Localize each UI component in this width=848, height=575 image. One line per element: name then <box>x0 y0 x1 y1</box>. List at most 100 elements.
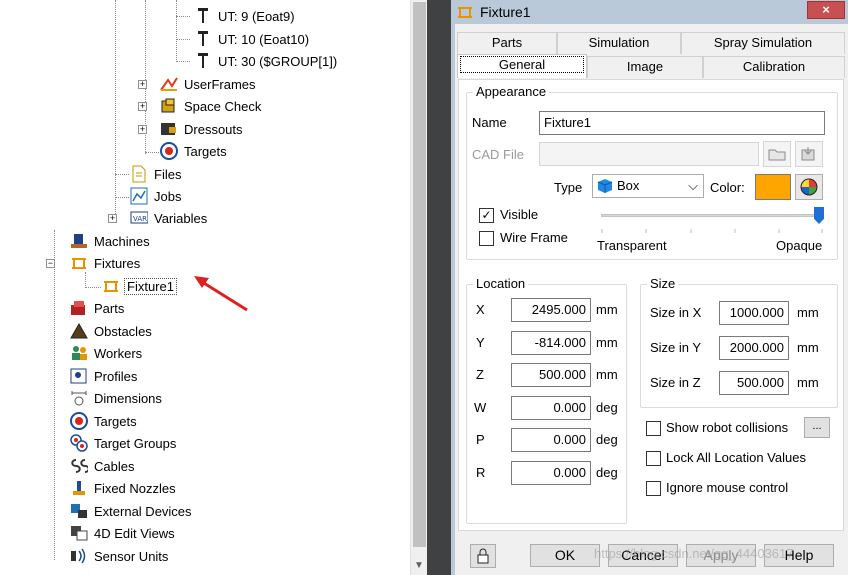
lock-button[interactable] <box>470 544 496 568</box>
w-label: W <box>474 400 487 415</box>
size-x-input[interactable]: 1000.000 <box>719 301 789 325</box>
tree-item-variables[interactable]: VAR Variables <box>130 208 209 228</box>
edit-views-icon <box>70 524 88 542</box>
z-label: Z <box>476 367 484 382</box>
visible-checkbox[interactable]: ✓ <box>479 208 494 223</box>
box-icon <box>597 179 613 193</box>
scrollbar-thumb[interactable] <box>413 2 426 547</box>
obstacles-icon <box>70 322 88 340</box>
tab-label: Calibration <box>742 59 806 74</box>
tree-item-label: 4D Edit Views <box>94 525 175 541</box>
p-input[interactable]: 0.000 <box>511 428 591 452</box>
type-dropdown[interactable]: Box ⌵ <box>592 174 704 198</box>
watermark: https://blog.csdn.net/qq_44403617 <box>594 546 794 561</box>
tree-connector <box>85 272 86 288</box>
close-button[interactable]: × <box>807 1 845 19</box>
r-input[interactable]: 0.000 <box>511 461 591 485</box>
tree-item-parts[interactable]: Parts <box>70 298 126 318</box>
tab-parts[interactable]: Parts <box>457 32 557 54</box>
scroll-down-icon[interactable]: ▼ <box>414 560 424 571</box>
tree-item-ut9[interactable]: UT: 9 (Eoat9) <box>194 6 297 26</box>
name-label: Name <box>472 115 507 130</box>
expand-space-check-button[interactable]: + <box>138 102 147 111</box>
ok-button[interactable]: OK <box>530 544 600 567</box>
collisions-options-button[interactable]: ... <box>804 417 830 438</box>
target-icon <box>160 142 178 160</box>
tree-item-label: Machines <box>94 233 150 249</box>
tree-item-targets-root[interactable]: Targets <box>70 411 139 431</box>
type-label: Type <box>554 180 583 195</box>
tree-item-userframes[interactable]: UserFrames <box>160 74 258 94</box>
tree-item-target-groups[interactable]: Target Groups <box>70 433 178 453</box>
tree-item-cables[interactable]: Cables <box>70 456 136 476</box>
tree-item-ut30[interactable]: UT: 30 ($GROUP[1]) <box>194 51 339 71</box>
tree-item-targets[interactable]: Targets <box>160 141 229 161</box>
tree-item-ut10[interactable]: UT: 10 (Eoat10) <box>194 29 311 49</box>
tree-item-label: Targets <box>184 143 227 159</box>
color-swatch[interactable] <box>755 174 791 200</box>
tab-image[interactable]: Image <box>587 56 703 78</box>
tree-item-fixtures[interactable]: Fixtures <box>70 253 142 273</box>
tree-item-label: Variables <box>154 210 208 226</box>
tree-item-obstacles[interactable]: Obstacles <box>70 321 154 341</box>
tree-scrollbar[interactable]: ▼ <box>410 0 427 575</box>
color-picker-button[interactable] <box>795 174 823 200</box>
z-input[interactable]: 500.000 <box>511 363 591 387</box>
tool-icon <box>194 52 212 70</box>
cad-file-input[interactable] <box>539 142 759 166</box>
expand-dressouts-button[interactable]: + <box>138 125 147 134</box>
workspace-background <box>427 0 451 575</box>
jobs-icon <box>130 187 148 205</box>
opacity-slider-track[interactable] <box>601 214 823 217</box>
project-tree[interactable]: UT: 9 (Eoat9) UT: 10 (Eoat10) UT: 30 ($G… <box>0 0 410 575</box>
tree-item-sensor-units[interactable]: Sensor Units <box>70 546 170 566</box>
tool-icon <box>194 7 212 25</box>
tree-connector <box>176 0 177 62</box>
ignore-mouse-checkbox[interactable] <box>646 481 661 496</box>
sensor-icon <box>70 547 88 565</box>
target-icon <box>70 412 88 430</box>
tree-item-label: Dressouts <box>184 121 243 137</box>
tree-item-4d-edit-views[interactable]: 4D Edit Views <box>70 523 177 543</box>
tree-item-dressouts[interactable]: Dressouts <box>160 119 245 139</box>
tree-item-space-check[interactable]: Space Check <box>160 96 263 116</box>
wireframe-checkbox[interactable] <box>479 231 494 246</box>
tab-general[interactable]: General <box>457 54 587 78</box>
profiles-icon <box>70 367 88 385</box>
size-z-input[interactable]: 500.000 <box>719 371 789 395</box>
tab-simulation[interactable]: Simulation <box>557 32 681 54</box>
tree-connector <box>115 197 129 198</box>
dialog-title-bar[interactable]: Fixture1 × <box>451 0 848 24</box>
external-devices-icon <box>70 502 88 520</box>
tree-item-label: UT: 30 ($GROUP[1]) <box>218 53 338 69</box>
x-input[interactable]: 2495.000 <box>511 298 591 322</box>
tree-connector <box>54 230 55 560</box>
r-label: R <box>476 465 486 480</box>
tree-item-profiles[interactable]: Profiles <box>70 366 139 386</box>
tree-item-external-devices[interactable]: External Devices <box>70 501 194 521</box>
tree-item-machines[interactable]: Machines <box>70 231 152 251</box>
tab-spray-simulation[interactable]: Spray Simulation <box>681 32 845 54</box>
browse-folder-button[interactable] <box>763 141 791 167</box>
expand-userframes-button[interactable]: + <box>138 80 147 89</box>
folder-icon <box>768 149 786 161</box>
lock-location-checkbox[interactable] <box>646 451 661 466</box>
name-input[interactable]: Fixture1 <box>539 111 825 135</box>
show-collisions-checkbox[interactable] <box>646 421 661 436</box>
tree-item-files[interactable]: Files <box>130 164 183 184</box>
collapse-fixtures-button[interactable]: − <box>46 259 55 268</box>
import-cad-button[interactable] <box>795 141 823 167</box>
tree-item-label: UT: 10 (Eoat10) <box>218 31 310 47</box>
tree-item-dimensions[interactable]: Dimensions <box>70 388 164 408</box>
size-y-input[interactable]: 2000.000 <box>719 336 789 360</box>
w-input[interactable]: 0.000 <box>511 396 591 420</box>
tree-item-fixed-nozzles[interactable]: Fixed Nozzles <box>70 478 178 498</box>
tree-item-jobs[interactable]: Jobs <box>130 186 183 206</box>
tree-item-fixture1[interactable]: Fixture1 <box>102 276 177 296</box>
p-label: P <box>476 432 485 447</box>
tab-calibration[interactable]: Calibration <box>703 56 845 78</box>
svg-text:VAR: VAR <box>133 215 147 223</box>
tree-item-workers[interactable]: Workers <box>70 343 144 363</box>
expand-variables-button[interactable]: + <box>108 214 117 223</box>
y-input[interactable]: -814.000 <box>511 331 591 355</box>
